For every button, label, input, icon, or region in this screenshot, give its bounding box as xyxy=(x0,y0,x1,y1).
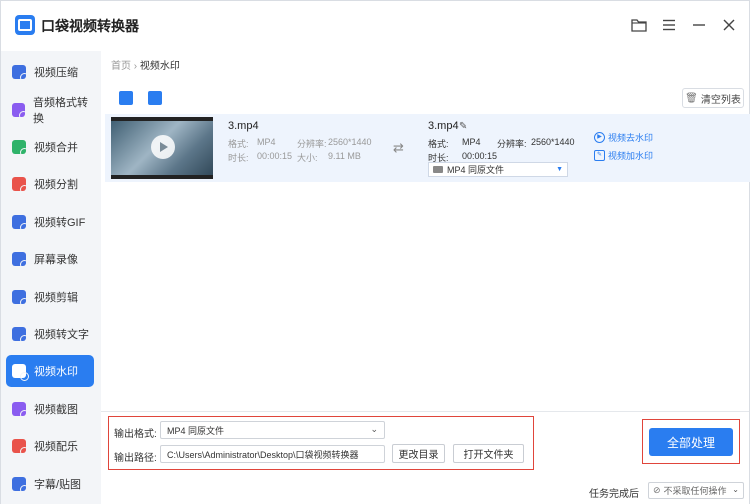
sidebar-item[interactable]: 视频剪辑 xyxy=(6,281,94,313)
sidebar-item-icon xyxy=(12,177,29,194)
sidebar-item-label: 视频水印 xyxy=(34,366,78,378)
source-size-label: 大小: xyxy=(297,153,318,163)
chevron-down-icon: ⌄ xyxy=(732,485,739,494)
output-resolution-value: 2560*1440 xyxy=(531,137,575,147)
edit-icon: ✎ xyxy=(594,150,605,161)
sidebar-item-label: 视频转文字 xyxy=(34,329,89,341)
breadcrumb: 首页 › 视频水印 xyxy=(111,57,180,72)
after-task-select[interactable]: ⊘ 不采取任何操作 ⌄ xyxy=(648,482,744,499)
sidebar-item-label: 视频合并 xyxy=(34,142,78,154)
sidebar-item-label: 视频转GIF xyxy=(34,217,86,229)
sidebar-item-icon xyxy=(12,477,29,494)
after-task-label: 任务完成后 xyxy=(589,489,639,500)
output-resolution-label: 分辨率: xyxy=(497,139,527,149)
app-logo-icon xyxy=(15,15,35,35)
sidebar-item-label: 音频格式转换 xyxy=(32,97,88,125)
sidebar-item-label: 字幕/贴图 xyxy=(34,479,82,491)
sidebar-item[interactable]: 视频配乐 xyxy=(6,430,94,462)
play-icon[interactable] xyxy=(151,135,175,159)
pencil-icon[interactable]: ✎ xyxy=(459,121,467,132)
minimize-icon[interactable] xyxy=(687,13,711,37)
sidebar-item[interactable]: 字幕/贴图 xyxy=(6,468,94,500)
title-bar: 口袋视频转换器 xyxy=(1,1,749,51)
source-resolution-value: 2560*1440 xyxy=(328,137,372,147)
clear-list-button[interactable]: 🗑 清空列表 xyxy=(682,88,744,108)
output-format-select[interactable]: MP4 同原文件 ⌄ xyxy=(160,421,385,439)
clear-list-label: 清空列表 xyxy=(700,94,741,106)
sidebar-item[interactable]: 屏幕录像 xyxy=(6,243,94,275)
sidebar-item-label: 视频剪辑 xyxy=(34,292,78,304)
breadcrumb-current: 视频水印 xyxy=(139,61,180,72)
app-window: 口袋视频转换器 视频压缩音频格式转换视频合并视频分割视频转GIF 屏幕录像视频剪辑… xyxy=(0,0,750,504)
breadcrumb-separator: › xyxy=(133,61,138,72)
sidebar: 视频压缩音频格式转换视频合并视频分割视频转GIF 屏幕录像视频剪辑视频转文字视频水… xyxy=(1,51,101,504)
add-folder-icon[interactable] xyxy=(148,91,162,105)
sidebar-item[interactable]: 视频合并 xyxy=(6,131,94,163)
process-all-button[interactable]: 全部处理 xyxy=(649,428,733,456)
output-path-field-label: 输出路径: xyxy=(114,453,157,464)
source-format-value: MP4 xyxy=(257,137,276,147)
sidebar-item-label: 视频配乐 xyxy=(34,441,78,453)
chevron-down-icon: ▼ xyxy=(556,166,563,173)
sidebar-item[interactable]: 视频转GIF xyxy=(6,206,94,238)
output-file-name: 3.mp4 xyxy=(428,120,459,132)
source-format-label: 格式: xyxy=(228,139,249,149)
remove-watermark-label: 视频去水印 xyxy=(608,133,654,143)
after-task-value: 不采取任何操作 xyxy=(663,486,727,496)
sidebar-item-icon xyxy=(12,252,29,269)
sidebar-item-icon xyxy=(12,290,29,307)
sidebar-item-label: 视频截图 xyxy=(34,404,78,416)
sidebar-item-icon xyxy=(12,327,29,344)
shuffle-icon: ⇄ xyxy=(393,140,404,155)
add-file-icon[interactable] xyxy=(119,91,133,105)
sidebar-item-icon xyxy=(12,65,29,82)
sidebar-item[interactable]: 视频分割 xyxy=(6,168,94,200)
sidebar-item[interactable]: 视频转文字 xyxy=(6,318,94,350)
sidebar-item[interactable]: 音频格式转换 xyxy=(6,94,94,126)
sidebar-item-icon xyxy=(12,215,29,232)
source-duration-value: 00:00:15 xyxy=(257,151,293,161)
add-watermark-label: 视频加水印 xyxy=(608,151,654,161)
output-format-value: MP4 xyxy=(462,137,481,147)
play-circle-icon: ▶ xyxy=(594,132,605,143)
sidebar-item-label: 视频分割 xyxy=(34,179,78,191)
source-size-value: 9.11 MB xyxy=(328,151,361,161)
ban-icon: ⊘ xyxy=(653,485,661,495)
sidebar-item-icon xyxy=(12,402,29,419)
trash-icon: 🗑 xyxy=(685,92,698,104)
source-duration-label: 时长: xyxy=(228,153,249,163)
sidebar-item-label: 视频压缩 xyxy=(34,67,78,79)
output-format-field-label: 输出格式: xyxy=(114,429,157,440)
sidebar-item[interactable]: 视频截图 xyxy=(6,393,94,425)
source-resolution-label: 分辨率: xyxy=(297,139,327,149)
row-format-value: MP4 同原文件 xyxy=(447,165,505,175)
output-format-select-value: MP4 同原文件 xyxy=(167,425,225,436)
remove-watermark-link[interactable]: ▶ 视频去水印 xyxy=(594,131,653,144)
sidebar-item-icon xyxy=(12,140,29,157)
change-directory-button[interactable]: 更改目录 xyxy=(392,444,445,463)
sidebar-item-icon xyxy=(12,439,29,456)
output-format-label: 格式: xyxy=(428,139,449,149)
output-path-field[interactable]: C:\Users\Administrator\Desktop\口袋视频转换器 xyxy=(160,445,385,463)
open-folder-button[interactable]: 打开文件夹 xyxy=(453,444,524,463)
close-icon[interactable] xyxy=(717,13,741,37)
video-icon xyxy=(433,166,443,173)
app-title: 口袋视频转换器 xyxy=(41,18,139,34)
source-file-name: 3.mp4 xyxy=(228,120,259,132)
sidebar-item-label: 屏幕录像 xyxy=(34,254,78,266)
menu-icon[interactable] xyxy=(657,13,681,37)
sidebar-item-icon xyxy=(12,364,29,381)
chevron-down-icon: ⌄ xyxy=(370,424,378,434)
sidebar-item[interactable]: 视频压缩 xyxy=(6,56,94,88)
row-format-select[interactable]: MP4 同原文件 ▼ xyxy=(428,162,568,177)
breadcrumb-home[interactable]: 首页 xyxy=(111,61,131,72)
sidebar-item[interactable]: 视频水印 xyxy=(6,355,94,387)
sidebar-item-icon xyxy=(12,103,28,120)
add-watermark-link[interactable]: ✎ 视频加水印 xyxy=(594,149,653,162)
folder-icon[interactable] xyxy=(627,13,651,37)
output-duration-value: 00:00:15 xyxy=(462,151,498,161)
